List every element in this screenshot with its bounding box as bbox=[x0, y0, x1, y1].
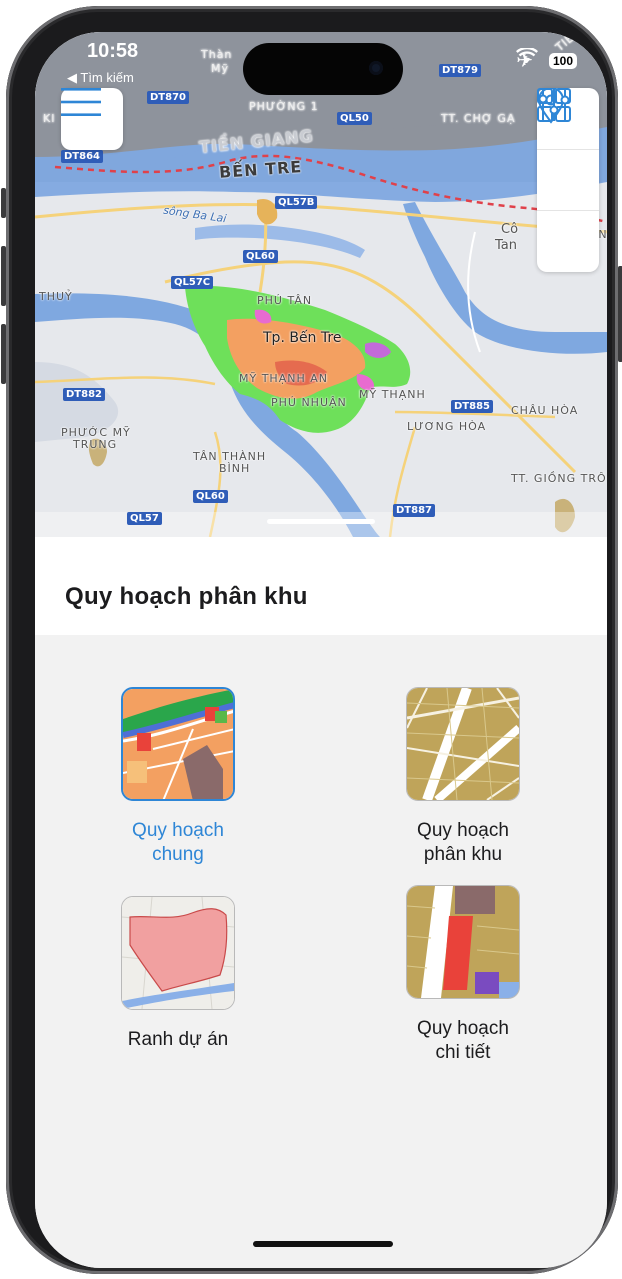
camera-icon bbox=[369, 61, 383, 75]
road-shield-dt887: DT887 bbox=[393, 504, 435, 517]
map-view[interactable]: DT870 DT864 QL50 DT879 QL57B QL60 QL57C … bbox=[35, 32, 607, 537]
road-shield-dt882: DT882 bbox=[63, 388, 105, 401]
map-label-phuoc-my-trung-2: TRUNG bbox=[73, 438, 118, 451]
road-shield-ql57c: QL57C bbox=[171, 276, 214, 289]
map-label-my-thanh-an: MỸ THẠNH AN bbox=[239, 372, 328, 385]
ranh-du-an-thumbnail bbox=[121, 896, 235, 1010]
status-time: 10:58 bbox=[87, 40, 139, 62]
map-label-tan-thanh-binh-2: BÌNH bbox=[219, 462, 251, 475]
app-screen: DT870 DT864 QL50 DT879 QL57B QL60 QL57C … bbox=[35, 32, 607, 1268]
map-label-phuong-1: PHƯỜNG 1 bbox=[249, 100, 319, 113]
quy-hoach-chi-tiet-label: Quy hoạch chi tiết bbox=[417, 1018, 509, 1063]
map-label-co: Cô bbox=[501, 222, 519, 237]
map-label-giong-trom: TT. GIỒNG TRÔ bbox=[511, 472, 607, 485]
my-location-button[interactable] bbox=[537, 88, 599, 210]
road-shield-ql60: QL60 bbox=[243, 250, 278, 263]
map-label-my-thanh: MỸ THẠNH bbox=[359, 388, 426, 401]
road-shield-dt885: DT885 bbox=[451, 400, 493, 413]
sheet-title: Quy hoạch phân khu bbox=[65, 583, 308, 610]
map-label-thuy: THUỶ bbox=[39, 290, 73, 303]
sheet-drag-handle[interactable] bbox=[267, 519, 375, 524]
road-shield-dt879: DT879 bbox=[439, 64, 481, 77]
filter-button[interactable] bbox=[537, 89, 599, 271]
map-label-luong-hoa: LƯƠNG HÒA bbox=[407, 420, 487, 433]
quy-hoach-chung-thumbnail bbox=[121, 687, 235, 801]
power-button bbox=[618, 266, 622, 362]
sheet-header: Quy hoạch phân khu bbox=[35, 537, 607, 635]
option-quy-hoach-chung[interactable]: Quy hoạch chung bbox=[78, 687, 278, 867]
road-shield-dt864: DT864 bbox=[61, 150, 103, 163]
quy-hoach-chung-label: Quy hoạch chung bbox=[132, 820, 224, 865]
map-label-cho-gao: TT. CHỢ GẠ bbox=[441, 112, 516, 125]
menu-button[interactable] bbox=[61, 88, 123, 150]
map-label-chau-hoa: CHÂU HÒA bbox=[511, 404, 579, 417]
map-label-co-2: Tan bbox=[495, 238, 517, 253]
quy-hoach-phan-khu-label: Quy hoạch phân khu bbox=[417, 820, 509, 865]
volume-up-button bbox=[1, 246, 6, 306]
road-shield-ql57: QL57 bbox=[127, 512, 162, 525]
map-label-phu-tan: PHÚ TÂN bbox=[257, 294, 313, 307]
map-label-tp-ben-tre: Tp. Bến Tre bbox=[263, 330, 342, 346]
map-label-thanh-my-2: Mỹ bbox=[211, 62, 230, 75]
road-shield-ql60-south: QL60 bbox=[193, 490, 228, 503]
map-label-kien: KI bbox=[43, 112, 56, 125]
battery-icon: 100 bbox=[548, 52, 577, 69]
map-label-phu-nhuan: PHÚ NHUẬN bbox=[271, 396, 347, 409]
quy-hoach-phan-khu-thumbnail bbox=[406, 687, 520, 801]
menu-icon bbox=[61, 88, 101, 116]
quy-hoach-chi-tiet-thumbnail bbox=[406, 885, 520, 999]
map-tools-panel bbox=[537, 88, 599, 272]
sliders-icon bbox=[538, 89, 570, 121]
road-shield-ql57b: QL57B bbox=[275, 196, 318, 209]
volume-down-button bbox=[1, 324, 6, 384]
action-button bbox=[1, 188, 6, 218]
planning-type-grid: Quy hoạch chung Quy hoạch phân khu Ranh … bbox=[35, 635, 607, 1268]
ranh-du-an-label: Ranh dự án bbox=[127, 1029, 229, 1050]
option-quy-hoach-phan-khu[interactable]: Quy hoạch phân khu bbox=[363, 687, 563, 867]
home-indicator[interactable] bbox=[253, 1241, 393, 1247]
status-icons: ✈ 100 bbox=[516, 48, 577, 73]
back-to-search-link[interactable]: ◀ Tìm kiếm bbox=[67, 70, 134, 86]
option-ranh-du-an[interactable]: Ranh dự án bbox=[78, 896, 278, 1052]
option-quy-hoach-chi-tiet[interactable]: Quy hoạch chi tiết bbox=[363, 885, 563, 1065]
road-shield-ql50: QL50 bbox=[337, 112, 372, 125]
dynamic-island bbox=[243, 43, 403, 95]
road-shield-dt870: DT870 bbox=[147, 91, 189, 104]
map-label-thanh-my: Thàn bbox=[201, 48, 233, 61]
